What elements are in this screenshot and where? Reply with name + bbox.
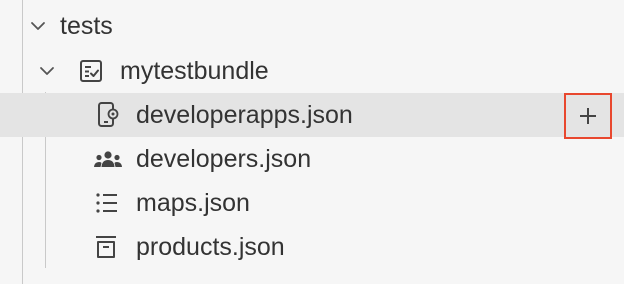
tree-row-products[interactable]: products.json [0,225,624,269]
package-icon [94,234,120,260]
tree-row-label: products.json [136,233,285,261]
tree-row-label: mytestbundle [120,57,269,85]
tree-row-tests[interactable]: tests [0,4,624,48]
tree-row-maps[interactable]: maps.json [0,181,624,225]
tree-row-label: maps.json [136,189,250,217]
people-icon [92,146,122,172]
chevron-down-icon[interactable] [36,60,58,82]
tree-row-label: tests [60,12,113,40]
explorer-tree: tests mytestbundle developerapps.json de… [0,0,624,284]
plus-icon [577,105,599,127]
tree-row-label: developerapps.json [136,101,353,129]
tree-row-developerapps[interactable]: developerapps.json [0,93,624,137]
tree-row-mytestbundle[interactable]: mytestbundle [0,49,624,93]
mobile-app-gear-icon [94,101,120,127]
list-icon [94,190,120,216]
add-button[interactable] [564,93,612,139]
chevron-down-icon[interactable] [27,15,49,37]
tree-row-label: developers.json [136,145,312,173]
test-bundle-icon [78,58,104,84]
tree-row-developers[interactable]: developers.json [0,137,624,181]
